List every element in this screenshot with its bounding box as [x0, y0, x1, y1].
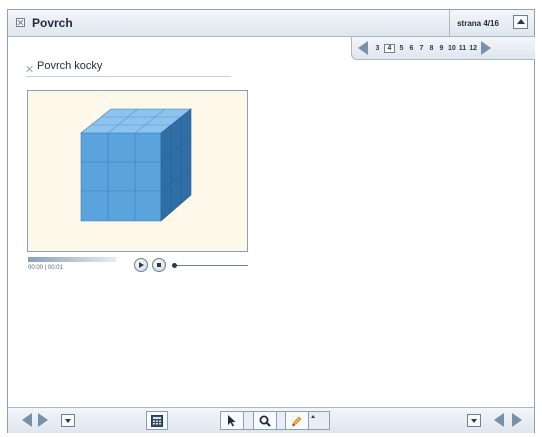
- next-arrow-icon[interactable]: [512, 413, 522, 427]
- title-bar: Povrch strana 4/16: [8, 10, 534, 37]
- zoom-tool-button[interactable]: [253, 412, 277, 429]
- page-number-link[interactable]: 12: [469, 45, 477, 52]
- page-status: strana 4/16: [449, 10, 506, 36]
- stop-button[interactable]: [152, 258, 166, 272]
- previous-arrow-icon[interactable]: [494, 413, 504, 427]
- calculator-icon: [151, 414, 163, 427]
- page-number-link[interactable]: 3: [374, 45, 381, 52]
- tool-group: [220, 411, 330, 430]
- page-number-link[interactable]: 6: [408, 45, 415, 52]
- cursor-arrow-icon: [228, 414, 236, 426]
- zoom-icon: [259, 415, 271, 427]
- app-window: Povrch strana 4/16 3 4 5 6 7 8 9 10 11 1…: [7, 9, 535, 433]
- bottom-toolbar: [8, 407, 534, 433]
- page-number-link[interactable]: 11: [459, 45, 466, 52]
- collapse-section-icon[interactable]: [26, 65, 34, 73]
- previous-page-arrow-icon[interactable]: [358, 41, 368, 55]
- page-number-list: 3 4 5 6 7 8 9 10 11 12: [374, 43, 477, 53]
- section-divider: [26, 76, 231, 77]
- pen-options-caret-icon[interactable]: [311, 415, 316, 423]
- video-time: 00:00 | 00:01: [28, 265, 63, 271]
- pen-icon: [292, 416, 302, 426]
- menu-dropdown-button[interactable]: [61, 414, 75, 427]
- select-tool-button[interactable]: [221, 412, 244, 429]
- page-number-link-current[interactable]: 4: [384, 43, 395, 53]
- page-number-link[interactable]: 10: [448, 45, 456, 52]
- page-number-link[interactable]: 8: [428, 45, 435, 52]
- page-title: Povrch: [32, 16, 73, 30]
- volume-slider-track[interactable]: [177, 265, 248, 266]
- options-dropdown-button[interactable]: [467, 414, 481, 427]
- pen-tool-button[interactable]: [285, 412, 309, 429]
- close-icon[interactable]: [16, 18, 25, 27]
- next-arrow-icon[interactable]: [38, 413, 48, 427]
- previous-arrow-icon[interactable]: [22, 413, 32, 427]
- calculator-button[interactable]: [146, 411, 168, 430]
- section-title: Povrch kocky: [37, 60, 103, 72]
- play-button[interactable]: [134, 258, 148, 272]
- page-number-link[interactable]: 9: [438, 45, 445, 52]
- page-status-label: strana 4/16: [457, 18, 499, 28]
- video-player[interactable]: [27, 90, 248, 252]
- page-number-link[interactable]: 5: [398, 45, 405, 52]
- collapse-header-button[interactable]: [513, 15, 528, 29]
- page-navigator: 3 4 5 6 7 8 9 10 11 12: [351, 37, 535, 60]
- page-number-link[interactable]: 7: [418, 45, 425, 52]
- next-page-arrow-icon[interactable]: [481, 41, 491, 55]
- video-progress-bar[interactable]: [28, 257, 116, 262]
- cube-illustration: [80, 108, 192, 222]
